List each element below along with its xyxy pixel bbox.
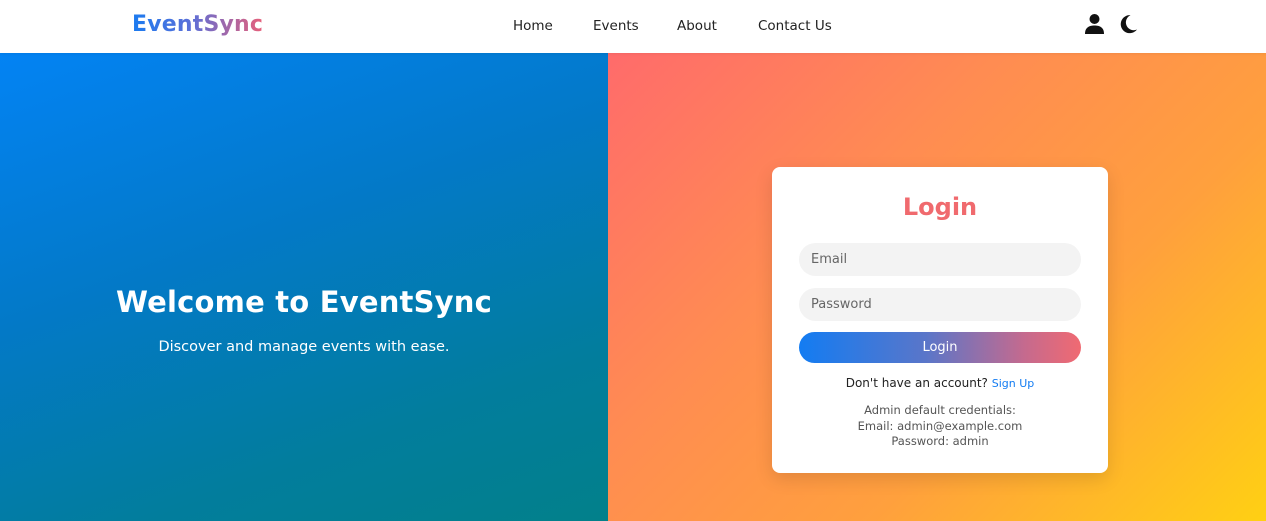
nav-link-about[interactable]: About <box>677 18 717 34</box>
password-input[interactable] <box>799 288 1081 321</box>
signup-prompt: Don't have an account? <box>845 376 988 390</box>
nav-link-contact[interactable]: Contact Us <box>758 18 832 34</box>
login-card: Login Login Don't have an account? Sign … <box>772 167 1108 473</box>
nav-link-home[interactable]: Home <box>513 18 553 34</box>
hero-subtitle: Discover and manage events with ease. <box>158 339 450 355</box>
brand-logo[interactable]: EventSync <box>132 12 263 37</box>
nav-link-events[interactable]: Events <box>593 18 639 34</box>
email-input[interactable] <box>799 243 1081 276</box>
signup-prompt-line: Don't have an account? Sign Up <box>772 376 1108 390</box>
credentials-email: Email: admin@example.com <box>857 418 1023 433</box>
hero-panel: Welcome to EventSync Discover and manage… <box>0 53 608 521</box>
credentials-heading: Admin default credentials: <box>864 403 1016 417</box>
navbar: EventSync Home Events About Contact Us <box>0 0 1266 53</box>
user-icon[interactable] <box>1085 14 1104 34</box>
login-title: Login <box>902 193 978 221</box>
credentials-password: Password: admin <box>891 434 989 448</box>
hero-title: Welcome to EventSync <box>115 285 493 319</box>
signup-link[interactable]: Sign Up <box>992 377 1035 390</box>
moon-icon[interactable] <box>1118 14 1138 34</box>
admin-credentials: Admin default credentials: Email: admin@… <box>772 403 1108 450</box>
login-button[interactable]: Login <box>799 332 1081 363</box>
